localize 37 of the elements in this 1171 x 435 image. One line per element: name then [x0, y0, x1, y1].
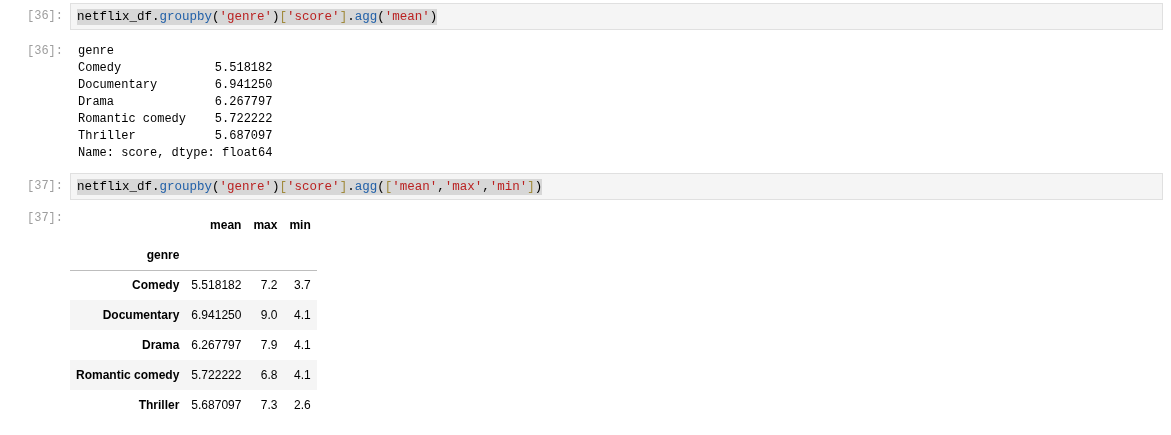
table-cell: 6.941250: [185, 300, 248, 330]
table-cell: 7.2: [247, 270, 284, 300]
prompt-label: [37]:: [26, 210, 64, 227]
table-cell: 6.8: [247, 360, 284, 390]
column-header: min: [288, 217, 312, 234]
index-header: genre: [70, 240, 186, 270]
row-index: Comedy: [70, 270, 186, 300]
output-line: Thriller 5.687097: [78, 128, 273, 145]
table-cell: 2.6: [283, 390, 317, 420]
table-cell: 7.3: [247, 390, 284, 420]
table-cell: 3.7: [283, 270, 317, 300]
prompt-label: [36]:: [26, 43, 64, 60]
prompt-label: [37]:: [26, 178, 64, 195]
column-header: max: [252, 217, 279, 234]
table-cell: 4.1: [283, 330, 317, 360]
row-index: Romantic comedy: [70, 360, 186, 390]
prompt-label: [36]:: [26, 8, 64, 25]
table-cell: 5.722222: [185, 360, 248, 390]
output-line: Name: score, dtype: float64: [78, 145, 273, 162]
row-index: Thriller: [70, 390, 186, 420]
row-index: Documentary: [70, 300, 186, 330]
table-cell: 7.9: [247, 330, 284, 360]
table-cell: 4.1: [283, 300, 317, 330]
table-cell: 4.1: [283, 360, 317, 390]
code-input[interactable]: netflix_df.groupby('genre')['score'].agg('mean'): [70, 3, 1163, 30]
table-cell: 5.687097: [185, 390, 248, 420]
output-line: Comedy 5.518182: [78, 60, 273, 77]
output-line: Drama 6.267797: [78, 94, 273, 111]
table-cell: 6.267797: [185, 330, 248, 360]
table-cell: 9.0: [247, 300, 284, 330]
output-line: Romantic comedy 5.722222: [78, 111, 273, 128]
code-input[interactable]: netflix_df.groupby('genre')['score'].agg(['mean','max','min']): [70, 173, 1163, 200]
row-index: Drama: [70, 330, 186, 360]
table-cell: 5.518182: [185, 270, 248, 300]
column-header: mean: [209, 217, 243, 234]
output-line: genre: [78, 43, 115, 60]
output-line: Documentary 6.941250: [78, 77, 273, 94]
